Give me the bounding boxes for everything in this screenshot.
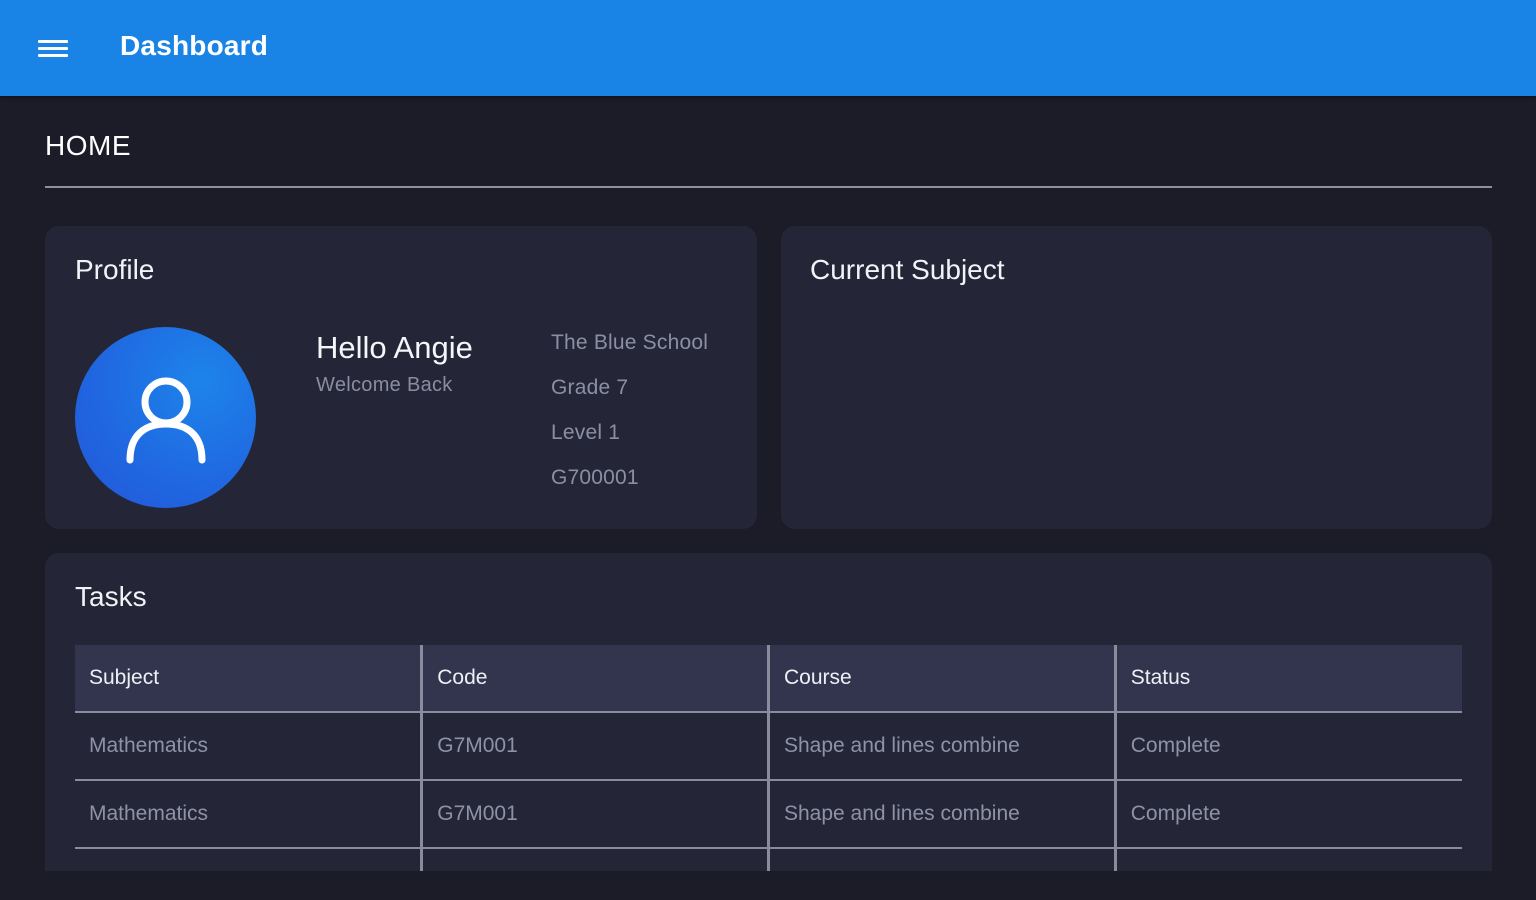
avatar — [75, 327, 256, 508]
level-label: Level 1 — [551, 421, 621, 444]
profile-card-title: Profile — [75, 254, 155, 285]
cell-code: G7M001 — [420, 780, 769, 849]
table-header-row: Subject Code Course Status — [75, 645, 1462, 713]
cell-code: G7M001 — [420, 848, 769, 871]
profile-details: The Blue School Grade 7 Level 1 G700001 — [551, 329, 708, 509]
cell-subject: Mathematics — [75, 848, 422, 871]
column-header-course[interactable]: Course — [767, 645, 1116, 713]
cell-subject: Mathematics — [75, 780, 422, 849]
tasks-card-title: Tasks — [75, 581, 147, 612]
heading-divider — [45, 186, 1492, 188]
profile-card: Profile Hello Angie Welcome Back The Blu… — [45, 226, 757, 529]
cell-status: Complete — [1113, 712, 1462, 781]
tasks-card: Tasks Subject Code Course Status Mathema… — [45, 553, 1492, 871]
tasks-table: Subject Code Course Status Mathematics G… — [75, 645, 1462, 871]
cell-status: Complete — [1113, 780, 1462, 849]
table-row[interactable]: Mathematics G7M001 Shape and lines combi… — [75, 780, 1462, 849]
cell-course: Shape and lines combine — [767, 780, 1116, 849]
table-row[interactable]: Mathematics G7M001 Shape and lines combi… — [75, 712, 1462, 781]
welcome-text: Welcome Back — [316, 374, 453, 396]
school-name: The Blue School — [551, 331, 709, 354]
hamburger-menu-icon[interactable] — [38, 36, 70, 62]
cell-subject: Mathematics — [75, 712, 422, 781]
student-id: G700001 — [551, 466, 639, 489]
greeting-text: Hello Angie — [316, 330, 473, 365]
page-title: HOME — [45, 130, 131, 161]
cell-code: G7M001 — [420, 712, 769, 781]
cell-status: Complete — [1113, 848, 1462, 871]
app-bar: Dashboard — [0, 0, 1536, 96]
column-header-subject[interactable]: Subject — [75, 645, 422, 713]
table-row[interactable]: Mathematics G7M001 Shape and lines combi… — [75, 848, 1462, 871]
column-header-status[interactable]: Status — [1113, 645, 1462, 713]
current-subject-title: Current Subject — [810, 254, 1005, 285]
current-subject-card: Current Subject — [781, 226, 1492, 529]
cell-course: Shape and lines combine — [767, 848, 1116, 871]
user-icon — [126, 377, 205, 463]
column-header-code[interactable]: Code — [420, 645, 769, 713]
cell-course: Shape and lines combine — [767, 712, 1116, 781]
grade-label: Grade 7 — [551, 376, 629, 399]
app-title: Dashboard — [120, 30, 269, 61]
